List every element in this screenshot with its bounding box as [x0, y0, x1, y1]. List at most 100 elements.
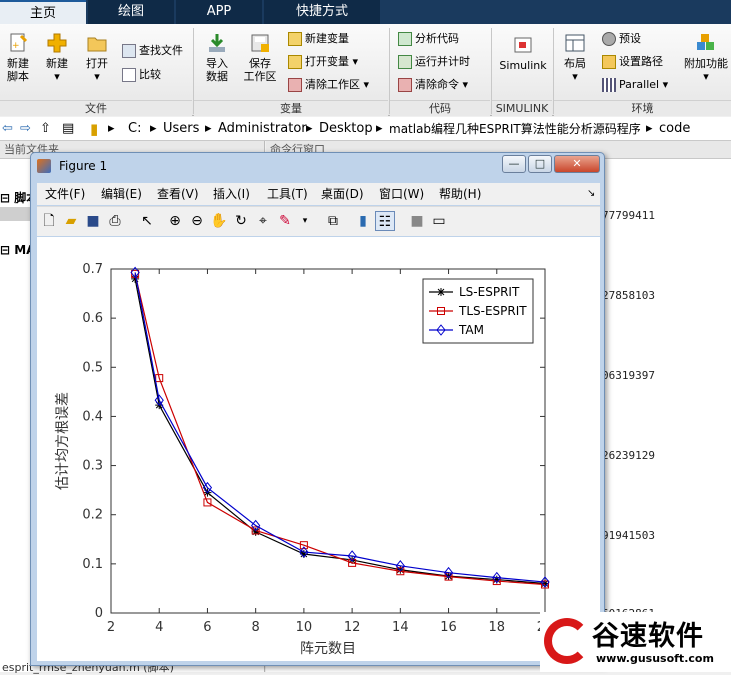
zoom-out-icon[interactable]: ⊖ — [187, 211, 207, 231]
zoom-in-icon[interactable]: ⊕ — [165, 211, 185, 231]
parallel-icon — [602, 78, 616, 92]
open-variable-button[interactable]: 打开变量 ▾ — [288, 53, 358, 71]
open-button[interactable]: 打开 ▾ — [82, 32, 112, 83]
addons-label: 附加功能 — [684, 57, 728, 70]
edit-plot-arrow-icon[interactable]: ↖ — [137, 211, 157, 231]
set-path-button[interactable]: 设置路径 — [602, 53, 663, 71]
run-and-time-button[interactable]: 运行并计时 — [398, 53, 470, 71]
folder-icon — [87, 37, 107, 52]
new-figure-icon[interactable]: 🗋 — [39, 211, 59, 231]
up-folder-icon[interactable]: ⇧ — [40, 117, 51, 141]
link-plot-icon[interactable]: ⧉ — [323, 211, 343, 231]
menu-edit[interactable]: 编辑(E) — [101, 183, 142, 205]
addons-icon — [697, 34, 714, 50]
open-variable-label: 打开变量 — [305, 55, 349, 68]
expand-icon[interactable]: ⊟ — [0, 191, 14, 205]
colorbar-icon[interactable]: ▮ — [353, 211, 373, 231]
breadcrumb-segment[interactable]: C: — [128, 117, 141, 141]
open-file-icon[interactable]: ▰ — [61, 211, 81, 231]
x-tick-label: 4 — [155, 620, 163, 635]
print-icon[interactable]: ⎙ — [105, 211, 125, 231]
command-output-line: 77799411 — [602, 209, 655, 222]
new-variable-button[interactable]: 新建变量 — [288, 30, 349, 48]
hide-plot-tools-icon[interactable]: ■ — [407, 211, 427, 231]
x-tick-label: 16 — [440, 620, 457, 635]
clear-workspace-icon — [288, 78, 302, 92]
import-data-button[interactable]: 导入 数据 — [200, 32, 234, 83]
menu-insert[interactable]: 插入(I) — [213, 183, 250, 205]
menu-tools[interactable]: 工具(T) — [267, 183, 308, 205]
tab-plots[interactable]: 绘图 — [88, 0, 174, 24]
back-arrow-icon[interactable]: ⇦ — [2, 117, 13, 141]
legend-icon[interactable]: ☷ — [375, 211, 395, 231]
breadcrumb-segment[interactable]: matlab编程几种ESPRIT算法性能分析源码程序 — [389, 117, 641, 141]
minimize-button[interactable]: — — [502, 155, 526, 173]
pan-hand-icon[interactable]: ✋ — [209, 211, 229, 231]
breadcrumb-segment[interactable]: code — [659, 117, 690, 141]
figure-window[interactable]: Figure 1 — □ ✕ 文件(F) 编辑(E) 查看(V) 插入(I) 工… — [30, 152, 605, 666]
open-variable-icon — [288, 55, 302, 69]
legend-entry: LS-ESPRIT — [459, 285, 520, 299]
open-variable-dropdown-icon: ▾ — [352, 55, 359, 68]
figure-canvas[interactable]: 246810121416182000.10.20.30.40.50.60.7阵元… — [37, 237, 600, 661]
brand-logo-icon — [544, 618, 590, 664]
x-tick-label: 10 — [296, 620, 313, 635]
figure-title-bar[interactable]: Figure 1 — □ ✕ — [31, 153, 604, 181]
forward-arrow-icon[interactable]: ⇨ — [20, 117, 31, 141]
run-and-time-label: 运行并计时 — [415, 55, 470, 68]
compare-button[interactable]: 比较 — [122, 66, 161, 84]
analyze-code-button[interactable]: 分析代码 — [398, 30, 459, 48]
path-separator-icon: ▸ — [205, 121, 212, 136]
simulink-label: Simulink — [499, 59, 547, 72]
new-script-button[interactable]: + 新建 脚本 — [2, 32, 34, 83]
browse-folder-icon[interactable]: ▤ — [62, 117, 74, 141]
breadcrumb-segment[interactable]: Desktop — [319, 117, 373, 141]
legend-marker — [437, 288, 445, 296]
new-button[interactable]: 新建 ▾ — [42, 32, 72, 83]
brush-icon[interactable]: ✎ — [275, 211, 295, 231]
close-button[interactable]: ✕ — [554, 155, 600, 173]
clear-workspace-button[interactable]: 清除工作区 ▾ — [288, 76, 369, 94]
tab-shortcuts[interactable]: 快捷方式 — [264, 0, 380, 24]
legend-entry: TLS-ESPRIT — [458, 304, 527, 318]
path-separator-icon: ▸ — [150, 121, 157, 136]
menu-file[interactable]: 文件(F) — [45, 183, 85, 205]
tab-home[interactable]: 主页 — [0, 0, 86, 24]
expand-icon[interactable]: ⊟ — [0, 243, 14, 257]
show-plot-tools-icon[interactable]: ▭ — [429, 211, 449, 231]
rotate-3d-icon[interactable]: ↻ — [231, 211, 251, 231]
breadcrumb-segment[interactable]: Users — [163, 117, 199, 141]
brush-dropdown-icon[interactable]: ▾ — [295, 211, 315, 231]
menu-desktop[interactable]: 桌面(D) — [321, 183, 364, 205]
menu-window[interactable]: 窗口(W) — [379, 183, 424, 205]
x-tick-label: 14 — [392, 620, 409, 635]
preferences-button[interactable]: 预设 — [602, 30, 641, 48]
selected-row-highlight — [0, 207, 30, 221]
variable-group-label: 变量 — [194, 100, 388, 116]
dock-arrow-icon[interactable]: ↘ — [587, 183, 595, 205]
save-workspace-button[interactable]: 保存 工作区 — [240, 32, 280, 83]
tab-apps[interactable]: APP — [176, 0, 262, 24]
environment-group-label: 环境 — [554, 100, 731, 116]
parallel-button[interactable]: Parallel ▾ — [602, 76, 668, 94]
x-axis-label: 阵元数目 — [300, 641, 356, 657]
layout-dropdown-icon: ▾ — [572, 70, 578, 83]
simulink-icon — [514, 37, 532, 53]
menu-help[interactable]: 帮助(H) — [439, 183, 481, 205]
simulink-button[interactable]: Simulink — [496, 34, 550, 72]
save-icon[interactable]: ■ — [83, 211, 103, 231]
watermark-brand: 谷速软件 — [592, 621, 704, 652]
maximize-button[interactable]: □ — [528, 155, 552, 173]
layout-button[interactable]: 布局 ▾ — [558, 32, 592, 83]
compare-label: 比较 — [139, 68, 161, 81]
line-chart[interactable]: 246810121416182000.10.20.30.40.50.60.7阵元… — [37, 237, 600, 661]
find-files-button[interactable]: 查找文件 — [122, 42, 183, 60]
clear-commands-icon — [398, 78, 412, 92]
menu-view[interactable]: 查看(V) — [157, 183, 199, 205]
matlab-logo-icon — [37, 159, 51, 173]
data-cursor-icon[interactable]: ⌖ — [253, 211, 273, 231]
watermark-logo: 谷速软件 www.gususoft.com — [540, 612, 731, 672]
addons-button[interactable]: 附加功能 ▾ — [682, 32, 730, 83]
breadcrumb-segment[interactable]: Administrator — [218, 117, 307, 141]
clear-commands-button[interactable]: 清除命令 ▾ — [398, 76, 468, 94]
